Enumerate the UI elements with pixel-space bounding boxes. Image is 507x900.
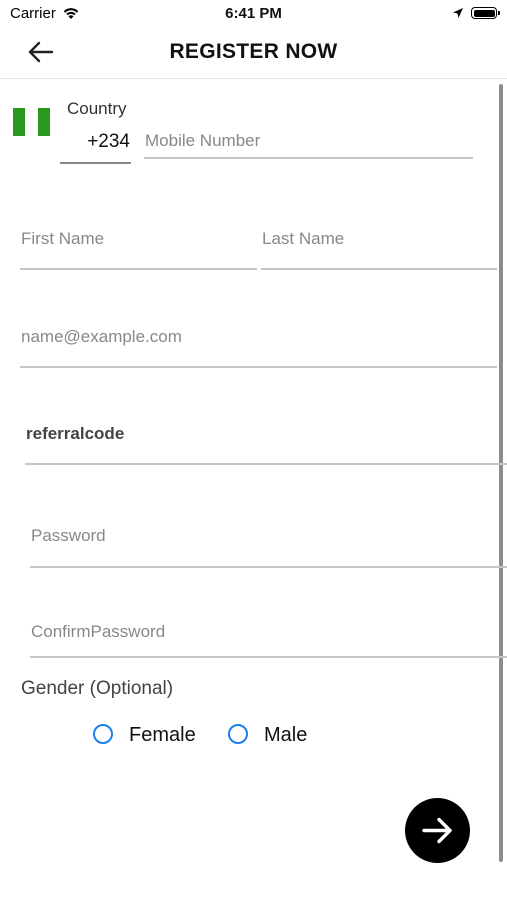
status-bar: Carrier 6:41 PM [0,0,507,28]
location-arrow-icon [452,6,464,24]
mobile-number-underline [144,157,473,159]
referral-code-underline [25,463,507,465]
female-option-label[interactable]: Female [129,724,196,747]
country-label: Country [67,99,127,118]
last-name-input[interactable] [262,227,492,251]
confirm-password-underline [30,656,507,658]
scrollbar[interactable] [499,84,503,862]
battery-icon [471,7,500,19]
email-underline [20,366,497,368]
confirm-password-input[interactable] [31,620,491,644]
page-title: REGISTER NOW [169,40,338,63]
male-option-label[interactable]: Male [264,724,307,747]
country-code-picker[interactable]: +234 [60,131,130,153]
mobile-number-input[interactable] [145,129,470,153]
referral-code-input[interactable] [26,422,496,446]
country-code-underline [60,162,131,164]
last-name-underline [261,268,497,270]
male-radio[interactable] [228,724,248,744]
password-input[interactable] [31,524,491,548]
clock-time: 6:41 PM [225,5,282,22]
female-radio[interactable] [93,724,113,744]
email-input[interactable] [21,325,491,349]
gender-label: Gender (Optional) [21,678,174,699]
next-button[interactable] [405,798,470,863]
password-underline [30,566,507,568]
first-name-input[interactable] [21,227,251,251]
header-divider [0,78,507,79]
first-name-underline [20,268,257,270]
arrow-right-icon [422,817,452,844]
country-flag[interactable] [13,108,50,136]
